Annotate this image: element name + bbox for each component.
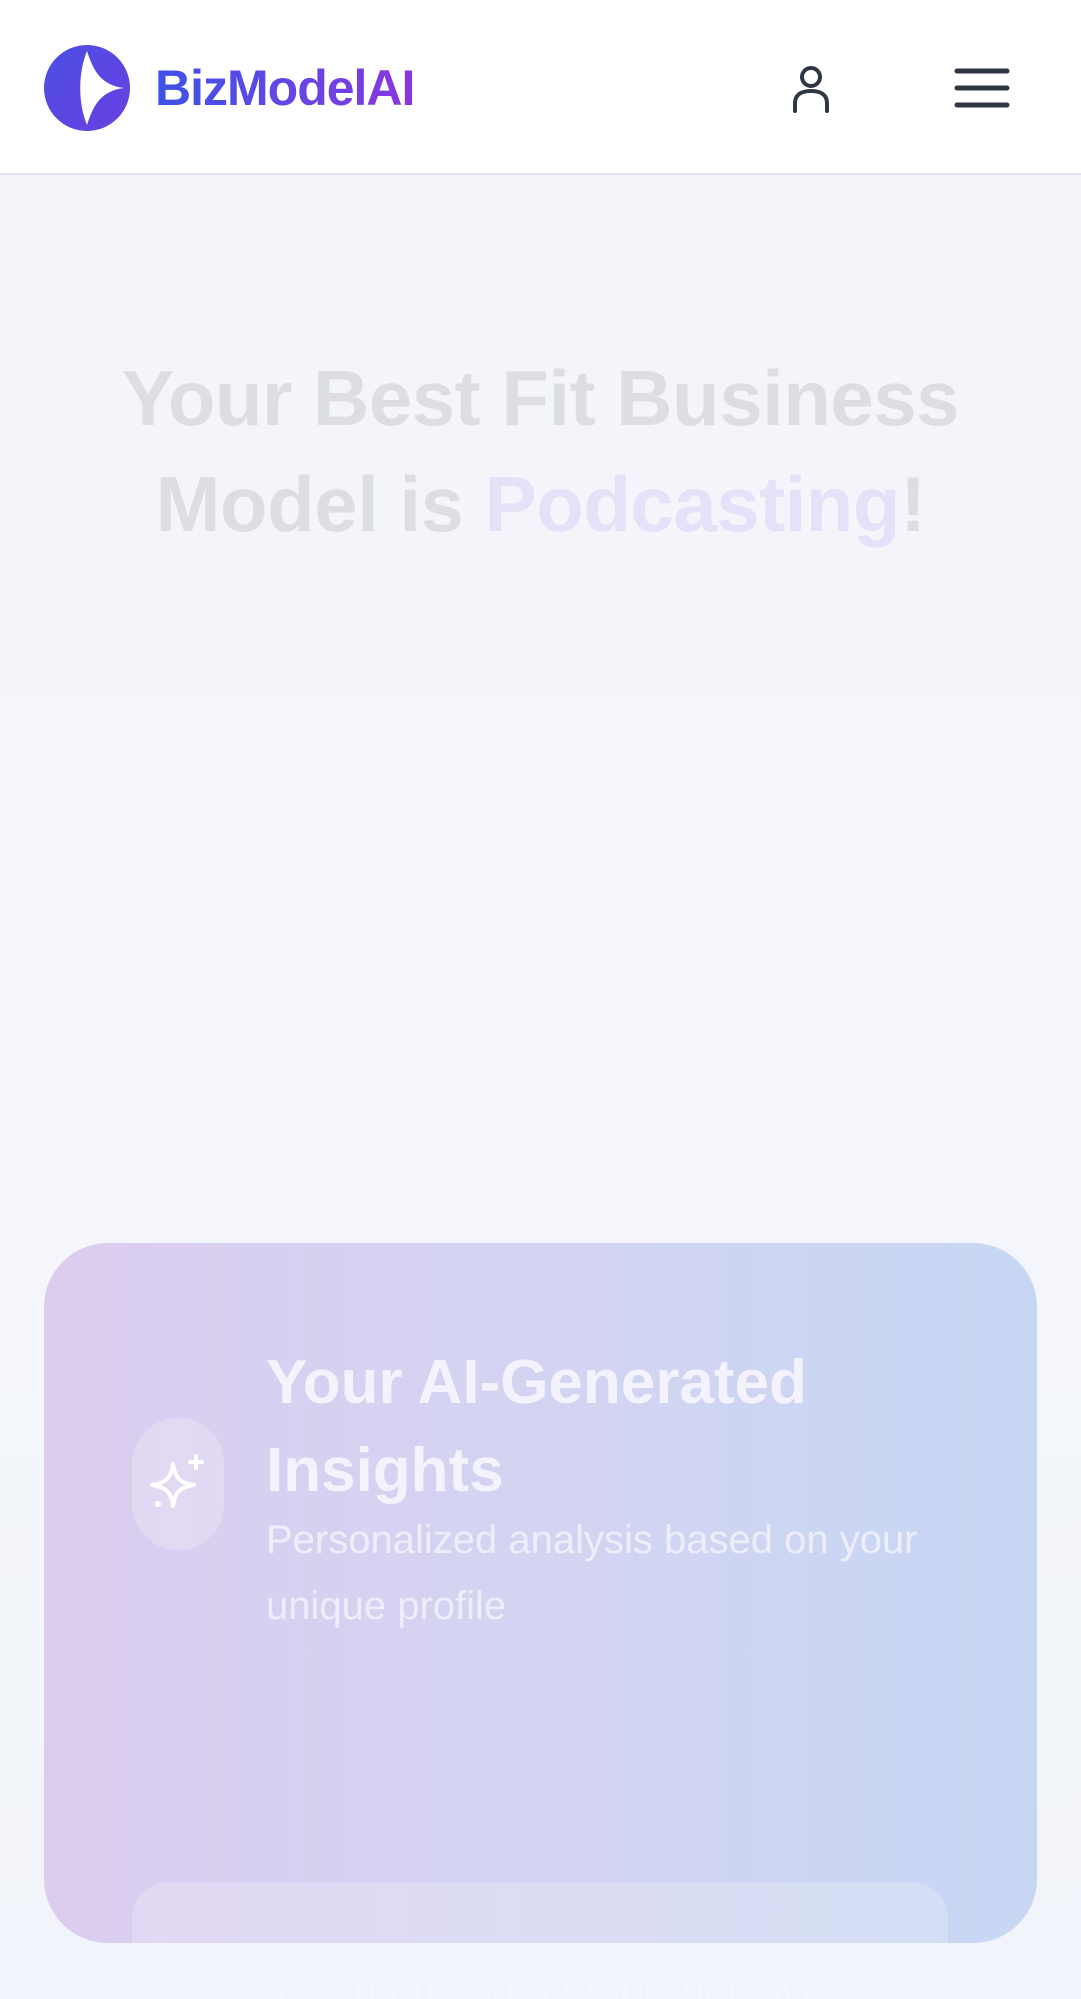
- hamburger-menu-icon[interactable]: [950, 59, 1014, 119]
- insights-title: Your AI-Generated Insights: [266, 1348, 807, 1505]
- sparkles-icon: [150, 1454, 204, 1508]
- insights-body-text: Based on your comprehensive: [258, 1966, 826, 1999]
- ai-insights-card: Your AI-Generated Insights Personalized …: [44, 1243, 1037, 1943]
- brand-name[interactable]: BizModelAI: [155, 56, 415, 120]
- brand-logo-icon[interactable]: [44, 45, 130, 131]
- top-navigation-bar: BizModelAI: [0, 0, 1081, 175]
- insights-summary-panel: [132, 1883, 948, 1943]
- user-icon[interactable]: [781, 59, 841, 119]
- insights-subtitle: Personalized analysis based on your uniq…: [266, 1518, 918, 1628]
- best-fit-heading: Your Best Fit Business Model is Podcasti…: [60, 345, 1021, 557]
- heading-suffix: !: [900, 460, 926, 548]
- business-model-name: Podcasting: [484, 460, 901, 548]
- sparkles-icon-badge: [132, 1418, 224, 1550]
